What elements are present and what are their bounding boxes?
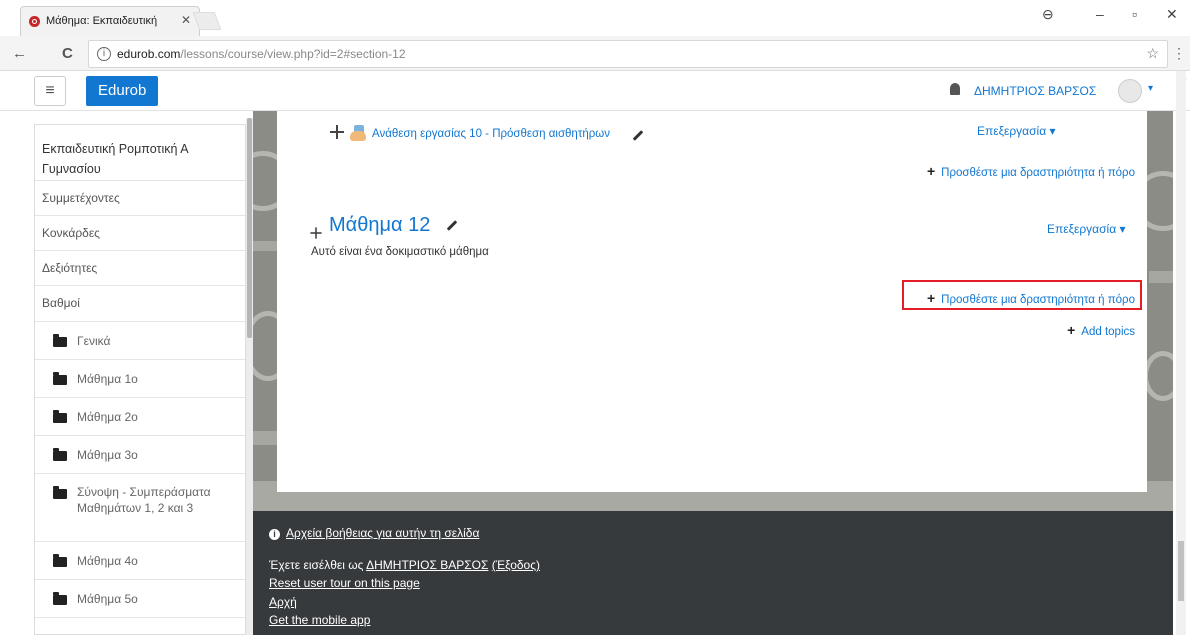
chevron-down-icon[interactable]: ▾ xyxy=(1148,83,1153,94)
site-navbar: ≡ Edurob ΔΗΜΗΤΡΙΟΣ ΒΑΡΣΟΣ ▾ ▲ xyxy=(0,71,1190,111)
home-link[interactable]: Αρχή xyxy=(269,595,297,609)
user-name[interactable]: ΔΗΜΗΤΡΙΟΣ ΒΑΡΣΟΣ xyxy=(974,84,1096,98)
folder-icon xyxy=(53,448,67,461)
sidebar-section-summary[interactable]: Σύνοψη - Συμπεράσματα Μαθημάτων 1, 2 και… xyxy=(35,474,245,542)
moodle-favicon-icon xyxy=(29,16,40,27)
edit-title-pencil-icon[interactable] xyxy=(632,130,644,141)
page-footer: i Αρχεία βοήθειας για αυτήν τη σελίδα Έχε… xyxy=(253,511,1173,635)
profile-link[interactable]: ΔΗΜΗΤΡΙΟΣ ΒΑΡΣΟΣ xyxy=(366,558,488,572)
browser-menu-icon[interactable]: ⋮ xyxy=(1172,45,1186,62)
browser-tab-bar: Μάθημα: Εκπαιδευτική ✕ ⊖ – ▫ ✕ xyxy=(0,0,1190,36)
folder-icon xyxy=(53,372,67,385)
page-scrollbar[interactable] xyxy=(1176,71,1186,635)
sidebar-section-general[interactable]: Γενικά xyxy=(35,322,245,360)
sidebar-item-participants[interactable]: Συμμετέχοντες xyxy=(35,181,245,216)
browser-toolbar: ← C i edurob.com/lessons/course/view.php… xyxy=(0,36,1190,71)
mobile-app-link[interactable]: Get the mobile app xyxy=(269,613,370,627)
site-info-icon[interactable]: i xyxy=(97,47,111,61)
sidebar-item-badges[interactable]: Κονκάρδες xyxy=(35,216,245,251)
sidebar-item-course[interactable]: Εκπαιδευτική Ρομποτική Α Γυμνασίου xyxy=(35,125,245,181)
folder-icon xyxy=(53,592,67,605)
move-icon[interactable] xyxy=(330,125,344,139)
assignment-icon xyxy=(348,125,368,143)
help-link[interactable]: i Αρχεία βοήθειας για αυτήν τη σελίδα xyxy=(269,526,479,540)
back-button[interactable]: ← xyxy=(12,45,27,62)
folder-icon xyxy=(53,334,67,347)
sidebar-scrollbar[interactable] xyxy=(246,118,253,635)
notifications-bell-icon[interactable] xyxy=(950,83,960,95)
sidebar-scroll-thumb[interactable] xyxy=(247,118,252,338)
add-activity-link-top[interactable]: + Προσθέστε μια δραστηριότητα ή πόρο xyxy=(927,163,1135,179)
activity-edit-menu[interactable]: Επεξεργασία ▾ xyxy=(977,124,1056,138)
activity-row: Ανάθεση εργασίας 10 - Πρόσθεση αισθητήρω… xyxy=(330,125,644,147)
section-move-icon[interactable] xyxy=(309,226,323,243)
sidebar-section-lesson-1[interactable]: Μάθημα 1ο xyxy=(35,360,245,398)
user-menu[interactable]: ΔΗΜΗΤΡΙΟΣ ΒΑΡΣΟΣ ▾ xyxy=(950,79,1160,103)
page-scroll-thumb[interactable] xyxy=(1178,541,1184,601)
drawer-toggle-button[interactable]: ≡ xyxy=(34,76,66,106)
avatar[interactable] xyxy=(1118,79,1142,103)
course-title: Εκπαιδευτική Ρομποτική Α Γυμνασίου xyxy=(42,142,188,176)
section-description: Αυτό είναι ένα δοκιμαστικό μάθημα xyxy=(311,246,489,258)
browser-tab[interactable]: Μάθημα: Εκπαιδευτική ✕ xyxy=(20,6,200,36)
sidebar-section-lesson-4[interactable]: Μάθημα 4ο xyxy=(35,542,245,580)
logged-in-info: Έχετε εισέλθει ως ΔΗΜΗΤΡΙΟΣ ΒΑΡΣΟΣ (Έξοδ… xyxy=(269,558,540,572)
sidebar-section-lesson-5[interactable]: Μάθημα 5ο xyxy=(35,580,245,618)
address-bar[interactable]: i edurob.com/lessons/course/view.php?id=… xyxy=(88,40,1168,68)
profile-icon[interactable]: ⊖ xyxy=(1042,6,1054,23)
folder-icon xyxy=(53,486,67,499)
edit-section-pencil-icon[interactable] xyxy=(446,220,458,232)
url-text: edurob.com/lessons/course/view.php?id=2#… xyxy=(117,47,406,61)
section-title[interactable]: Μάθημα 12 xyxy=(329,214,458,237)
restore-button[interactable]: ▫ xyxy=(1132,6,1137,22)
reset-tour-link[interactable]: Reset user tour on this page xyxy=(269,576,420,590)
chevron-down-icon: ▾ xyxy=(1049,124,1056,138)
section-edit-menu[interactable]: Επεξεργασία ▾ xyxy=(1047,222,1126,236)
tab-title: Μάθημα: Εκπαιδευτική xyxy=(46,15,158,27)
bookmark-star-icon[interactable]: ☆ xyxy=(1146,45,1159,62)
chevron-down-icon: ▾ xyxy=(1119,222,1126,236)
plus-icon: + xyxy=(1067,322,1076,338)
sidebar-item-grades[interactable]: Βαθμοί xyxy=(35,286,245,322)
nav-drawer: Εκπαιδευτική Ρομποτική Α Γυμνασίου Συμμε… xyxy=(34,124,246,635)
site-brand[interactable]: Edurob xyxy=(86,76,159,106)
highlight-box xyxy=(902,280,1142,310)
sidebar-section-lesson-2[interactable]: Μάθημα 2ο xyxy=(35,398,245,436)
activity-link[interactable]: Ανάθεση εργασίας 10 - Πρόσθεση αισθητήρω… xyxy=(372,128,610,140)
info-icon: i xyxy=(269,529,280,540)
minimize-button[interactable]: – xyxy=(1096,6,1104,22)
add-topics-link[interactable]: + Add topics xyxy=(1067,322,1135,338)
tab-close-icon[interactable]: ✕ xyxy=(181,13,191,27)
plus-icon: + xyxy=(926,163,936,179)
sidebar-section-lesson-3[interactable]: Μάθημα 3ο xyxy=(35,436,245,474)
sidebar-item-competencies[interactable]: Δεξιότητες xyxy=(35,251,245,286)
logout-link[interactable]: (Έξοδος) xyxy=(492,558,540,572)
window-close-button[interactable]: ✕ xyxy=(1166,6,1178,23)
folder-icon xyxy=(53,554,67,567)
folder-icon xyxy=(53,410,67,423)
reload-button[interactable]: C xyxy=(62,45,73,62)
